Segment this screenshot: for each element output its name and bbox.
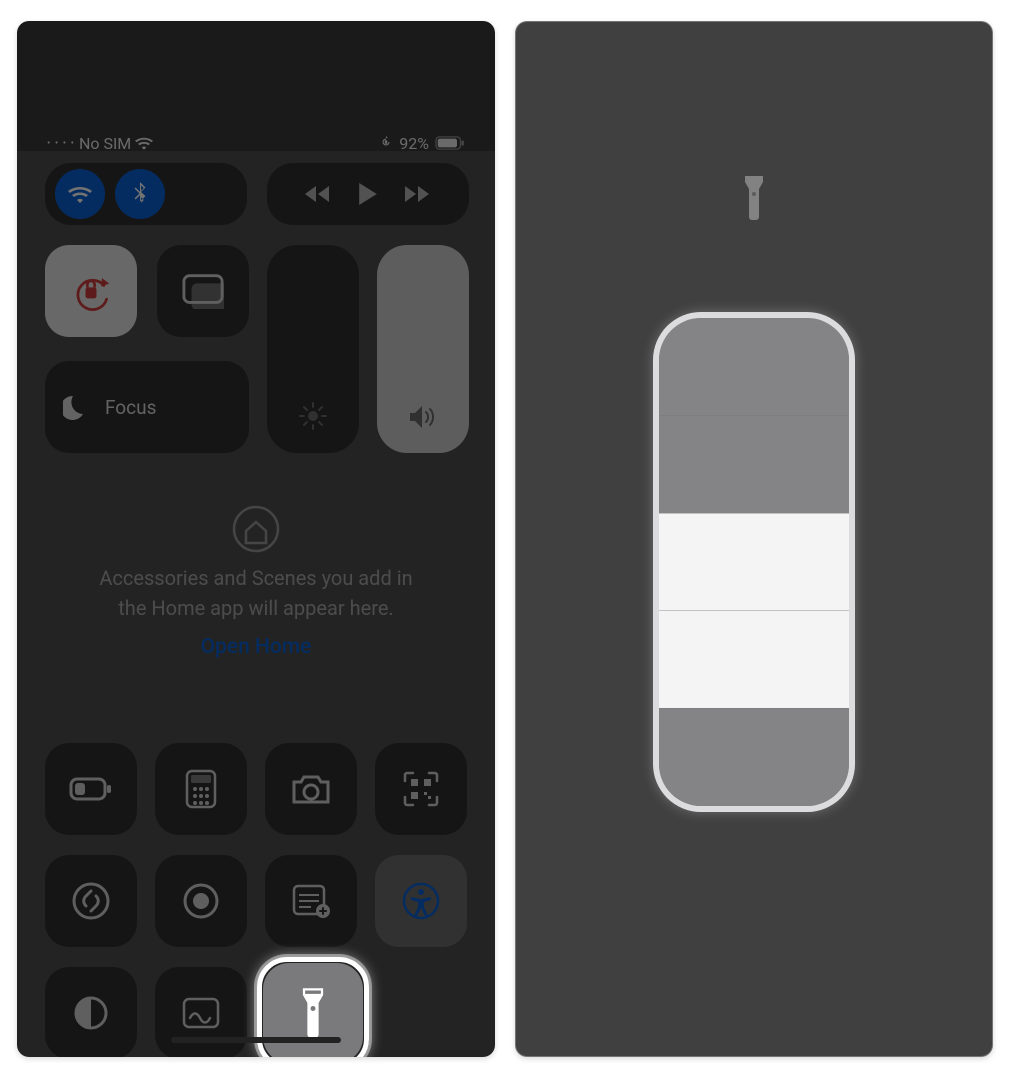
home-hint-line1: Accessories and Scenes you add in — [66, 563, 446, 593]
shortcut-grid — [45, 743, 469, 1057]
screen-record-button[interactable] — [155, 855, 247, 947]
screen-mirroring-button[interactable] — [157, 245, 249, 337]
camera-button[interactable] — [265, 743, 357, 835]
forward-button[interactable] — [405, 185, 431, 203]
freeform-button[interactable] — [155, 967, 247, 1057]
low-power-button[interactable] — [45, 743, 137, 835]
orientation-lock-button[interactable] — [45, 245, 137, 337]
home-indicator[interactable] — [171, 1037, 341, 1043]
quick-note-button[interactable] — [265, 855, 357, 947]
accessibility-button[interactable] — [375, 855, 467, 947]
home-hint-line2: the Home app will appear here. — [66, 593, 446, 623]
shazam-button[interactable] — [45, 855, 137, 947]
slider-segment-4 — [659, 318, 849, 415]
battery-icon — [435, 136, 465, 150]
bluetooth-toggle[interactable] — [115, 169, 165, 219]
slider-segment-2 — [659, 513, 849, 611]
open-home-link[interactable]: Open Home — [45, 635, 467, 659]
dark-mode-button[interactable] — [45, 967, 137, 1057]
flashlight-icon — [739, 174, 769, 226]
moon-icon — [63, 390, 93, 425]
qr-scanner-button[interactable] — [375, 743, 467, 835]
battery-pct: 92% — [399, 134, 429, 153]
focus-label: Focus — [105, 396, 156, 419]
play-button[interactable] — [359, 183, 377, 205]
brightness-icon — [298, 401, 328, 435]
media-controls — [267, 163, 469, 225]
speaker-icon — [408, 403, 438, 435]
wifi-toggle[interactable] — [55, 169, 105, 219]
statusbar: • • • • No SIM 92% — [47, 129, 465, 157]
slider-segment-0 — [659, 708, 849, 806]
rewind-button[interactable] — [305, 185, 331, 203]
home-widget: Accessories and Scenes you add in the Ho… — [45, 479, 467, 659]
focus-button[interactable]: Focus — [45, 361, 249, 453]
calculator-button[interactable] — [155, 743, 247, 835]
carrier-label: No SIM — [79, 134, 131, 153]
orientation-lock-status-icon — [379, 134, 393, 153]
home-icon — [45, 505, 467, 553]
wifi-icon — [135, 136, 153, 150]
slider-segment-3 — [659, 415, 849, 513]
control-center-screen: • • • • No SIM 92% — [17, 21, 495, 1057]
brightness-slider[interactable] — [267, 245, 359, 453]
connectivity-group — [45, 163, 247, 225]
signal-dots-icon: • • • • — [47, 138, 75, 149]
slider-segment-1 — [659, 610, 849, 708]
flashlight-brightness-slider[interactable] — [653, 312, 855, 812]
volume-slider[interactable] — [377, 245, 469, 453]
flashlight-brightness-screen — [515, 21, 993, 1057]
